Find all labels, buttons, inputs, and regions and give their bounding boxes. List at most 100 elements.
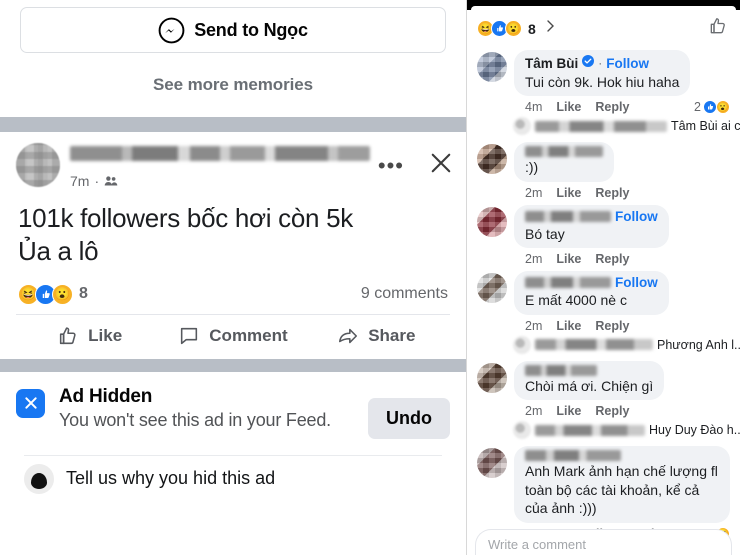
comment-meta-row: 2m Like Reply [514,315,730,333]
comments-count[interactable]: 9 comments [361,285,448,303]
post-comment-label: Comment [209,325,288,345]
comment-bubble: Tâm Bùi · Follow Tui còn 9k. Hok hiu haha [514,50,691,97]
write-comment-input[interactable]: Write a comment [475,529,732,555]
comment-item: Tâm Bùi · Follow Tui còn 9k. Hok hiu haha 4m… [467,45,740,115]
reply-preview-name-redacted [535,339,653,351]
comment-meta-row: 2m Like Reply [514,182,730,200]
comment-avatar[interactable] [477,273,507,304]
comment-author-name-redacted[interactable] [525,450,621,462]
comment-reply-action[interactable]: Reply [595,319,629,333]
reply-preview-text: Huy Duy Đào h... [649,423,740,438]
follow-link[interactable]: Follow [615,275,658,290]
comment-item: Anh Mark ảnh hạn chế lượng fl toàn bộ cá… [467,441,740,541]
comment-body: Follow E mất 4000 nè c 2m Like Reply [514,271,730,333]
comment-name-row: Follow [525,275,658,290]
comment-timestamp: 2m [525,404,543,419]
post-like-button[interactable]: Like [18,325,161,347]
comment-author-name-redacted[interactable] [525,364,597,376]
post-text-line-1: 101k followers bốc hơi còn 5k [18,203,353,233]
comment-like-action[interactable]: Like [556,252,581,266]
post-author-name-redacted[interactable] [70,146,370,161]
send-to-ngoc-button[interactable]: Send to Ngọc [20,7,446,53]
comments-reactions-summary: 😆 😮 8 [467,10,740,45]
comment-bubble: Chòi má ơi. Chiện gì [514,360,665,401]
ad-hidden-title: Ad Hidden [59,385,153,407]
reply-preview-text: Tâm Bùi ai cũn... [671,119,740,134]
close-x-icon[interactable] [430,152,452,179]
comment-reply-action[interactable]: Reply [595,404,629,418]
write-comment-placeholder: Write a comment [488,537,587,552]
comment-like-action[interactable]: Like [556,100,581,114]
comment-avatar[interactable] [477,206,507,237]
send-button-label: Send to Ngọc [194,19,308,40]
comment-like-action[interactable]: Like [556,404,581,418]
like-reaction-icon [703,100,717,115]
comment-message: E mất 4000 nè c [525,292,627,309]
chevron-right-icon[interactable] [536,19,557,38]
comment-reply-action[interactable]: Reply [595,100,629,114]
reaction-summary-pills[interactable]: 😆 😮 8 [477,19,557,38]
comment-bubble: Follow Bó tay [514,204,669,249]
wow-reaction-icon: 😮 [505,20,522,37]
comment-author-name-redacted[interactable] [525,210,611,222]
meta-dot: · [598,56,603,70]
comment-timestamp: 2m [525,318,543,333]
comment-reply-action[interactable]: Reply [595,186,629,200]
comment-reaction-count: 2 [694,100,701,115]
verified-badge-icon [582,55,595,67]
ad-hidden-row: Ad Hidden You won't see this ad in your … [16,386,450,439]
post-share-button[interactable]: Share [305,325,448,347]
comment-author-name-redacted[interactable] [525,277,611,289]
post-reactions-row: 😆 😮 8 9 comments [0,268,466,314]
left-feed-panel: Send to Ngọc See more memories 7m · ••• … [0,0,466,555]
reply-preview-avatar [513,421,531,440]
follow-link[interactable]: Follow [615,209,658,224]
comment-reactions[interactable]: 2 😮 [694,100,730,115]
ad-hidden-text: Ad Hidden You won't see this ad in your … [59,386,368,432]
ad-feedback-row[interactable]: Tell us why you hid this ad [16,456,450,494]
comment-message: Chòi má ơi. Chiện gì [525,377,654,394]
ad-hidden-subtitle: You won't see this ad in your Feed. [59,409,331,430]
panel-top-chrome [467,0,740,10]
ad-separator [0,358,466,372]
comment-avatar[interactable] [477,448,507,479]
comment-avatar[interactable] [477,52,507,82]
comment-item: :)) 2m Like Reply [467,137,740,200]
comment-reply-action[interactable]: Reply [595,252,629,266]
reaction-summary-count: 8 [528,20,536,37]
meta-dot: · [94,173,100,189]
post-author-avatar[interactable] [16,143,60,187]
comment-author-name[interactable]: Tâm Bùi [525,56,578,71]
comment-like-action[interactable]: Like [556,186,581,200]
undo-button[interactable]: Undo [368,397,450,439]
post-timestamp: 7m [70,173,90,189]
reply-preview-row[interactable]: Phương Anh l... [467,333,740,356]
see-more-memories-link[interactable]: See more memories [0,75,466,95]
comment-bubble-icon [178,325,200,347]
comment-like-action[interactable]: Like [556,319,581,333]
comment-name-row: Follow [525,209,658,224]
comment-name-row [525,364,653,376]
follow-link[interactable]: Follow [606,56,649,71]
comment-message: Anh Mark ảnh hạn chế lượng fl toàn bộ cá… [525,463,718,517]
post-like-label: Like [88,325,123,345]
ad-feedback-label: Tell us why you hid this ad [66,468,276,488]
reaction-pills[interactable]: 😆 😮 8 [18,283,88,305]
ellipsis-icon[interactable]: ••• [378,154,404,176]
post-comment-button[interactable]: Comment [161,325,304,347]
comment-meta-row: 2m Like Reply [514,248,730,266]
thumbs-up-outline-icon[interactable] [708,16,728,41]
reply-preview-avatar [513,335,531,354]
comment-timestamp: 2m [525,252,543,267]
comment-avatar[interactable] [477,362,507,393]
post-share-label: Share [368,325,416,345]
comment-author-name-redacted[interactable] [525,146,603,158]
reply-preview-row[interactable]: Tâm Bùi ai cũn... [467,114,740,137]
post-text: 101k followers bốc hơi còn 5k Ủa a lô [0,194,466,268]
reply-preview-row[interactable]: Huy Duy Đào h... [467,418,740,441]
comment-message: Tui còn 9k. Hok hiu haha [525,74,680,90]
post-text-line-2: Ủa a lô [18,235,99,266]
comment-avatar[interactable] [477,144,507,175]
verified-badge-icon [582,54,595,72]
wow-reaction-icon: 😮 [52,283,73,305]
